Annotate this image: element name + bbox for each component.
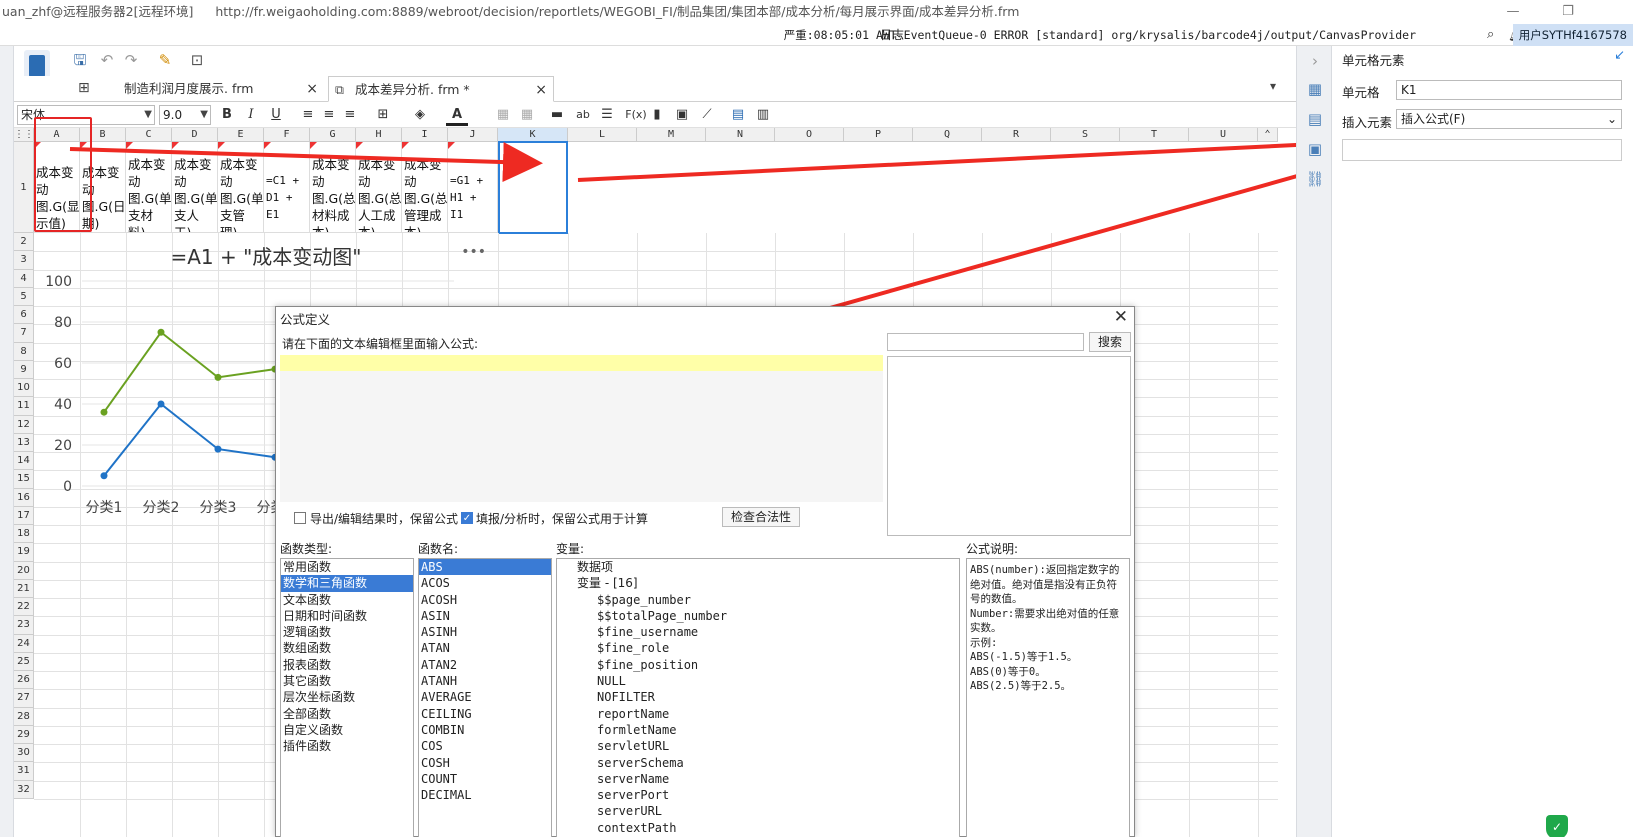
formula-input[interactable] xyxy=(1342,139,1622,161)
opt2-label: 填报/分析时，保留公式用于计算 xyxy=(476,512,649,526)
function-name-item[interactable]: COUNT xyxy=(419,771,551,787)
function-name-item[interactable]: ATAN xyxy=(419,640,551,656)
function-name-item[interactable]: ASINH xyxy=(419,624,551,640)
cell-label: 单元格 xyxy=(1342,85,1380,100)
tree-var-item[interactable]: serverURL xyxy=(557,803,959,819)
check-validity-button[interactable]: 检查合法性 xyxy=(722,507,800,527)
cell-field[interactable]: K1 xyxy=(1396,80,1622,100)
function-name-item[interactable]: ABS xyxy=(419,559,551,576)
link-icon[interactable]: ⛓ xyxy=(1305,169,1325,189)
function-name-item[interactable]: ASIN xyxy=(419,608,551,624)
tree-var-item[interactable]: reportName xyxy=(557,706,959,722)
keep-formula-calc-checkbox[interactable]: ✓ xyxy=(461,512,473,524)
function-type-item[interactable]: 层次坐标函数 xyxy=(281,689,413,705)
function-type-item[interactable]: 日期和时间函数 xyxy=(281,608,413,624)
widget-icon[interactable]: ▣ xyxy=(1305,139,1325,159)
tree-var-item[interactable]: serverPort xyxy=(557,787,959,803)
function-name-item[interactable]: CEILING xyxy=(419,706,551,722)
types-label: 函数类型: xyxy=(280,542,333,556)
search-input[interactable] xyxy=(887,333,1084,351)
search-button[interactable]: 搜索 xyxy=(1089,332,1131,352)
insert-select[interactable]: 插入公式(F) ⌄ xyxy=(1396,109,1622,129)
tree-var-item[interactable]: contextPath xyxy=(557,820,959,836)
names-label: 函数名: xyxy=(418,542,459,556)
cell-element-icon[interactable]: ▦ xyxy=(1305,79,1325,99)
tree-var-item[interactable]: $fine_role xyxy=(557,640,959,656)
dialog-title: 公式定义 xyxy=(280,312,331,327)
function-type-item[interactable]: 文本函数 xyxy=(281,592,413,608)
function-type-item[interactable]: 数学和三角函数 xyxy=(281,575,413,592)
formula-editor[interactable] xyxy=(280,355,883,502)
function-type-list[interactable]: 常用函数 数学和三角函数 文本函数 日期和时间函数 逻辑函数 数组函数 报表函数 其它函数 层次… xyxy=(280,558,414,837)
function-type-item[interactable]: 逻辑函数 xyxy=(281,624,413,640)
tree-var-item[interactable]: servletURL xyxy=(557,738,959,754)
function-name-item[interactable]: AVERAGE xyxy=(419,689,551,705)
tree-var-group[interactable]: 变量 - [16] xyxy=(557,575,959,591)
function-type-item[interactable]: 其它函数 xyxy=(281,673,413,689)
app-window: { "window": { "title": "uan_zhf@远程服务器2[远… xyxy=(0,0,1633,837)
tree-var-item[interactable]: $fine_username xyxy=(557,624,959,640)
function-name-item[interactable]: COS xyxy=(419,738,551,754)
function-type-item[interactable]: 自定义函数 xyxy=(281,722,413,738)
desc-label: 公式说明: xyxy=(966,542,1019,556)
function-name-item[interactable]: ATANH xyxy=(419,673,551,689)
tree-var-item[interactable]: NULL xyxy=(557,673,959,689)
function-type-item[interactable]: 全部函数 xyxy=(281,706,413,722)
function-type-item[interactable]: 数组函数 xyxy=(281,640,413,656)
function-type-item[interactable]: 报表函数 xyxy=(281,657,413,673)
keep-formula-export-checkbox[interactable] xyxy=(294,512,306,524)
tree-var-item[interactable]: formletName xyxy=(557,722,959,738)
panel-title: 单元格元素 xyxy=(1342,53,1405,68)
function-type-item[interactable]: 插件函数 xyxy=(281,738,413,754)
vars-label: 变量: xyxy=(556,542,585,556)
property-panel: 单元格元素 ↙ 单元格 K1 插入元素 插入公式(F) ⌄ ✓ xyxy=(1332,46,1633,837)
prompt-label: 请在下面的文本编辑框里面输入公式: xyxy=(282,337,479,351)
formula-description: ABS(number):返回指定数字的绝对值。绝对值是指没有正负符号的数值。 N… xyxy=(966,558,1130,837)
search-results[interactable] xyxy=(887,356,1131,536)
function-name-item[interactable]: COSH xyxy=(419,755,551,771)
chevron-right-icon[interactable]: › xyxy=(1305,51,1325,71)
right-tool-strip: › ▦ ▤ ▣ ⛓ xyxy=(1296,46,1332,837)
cell-attr-icon[interactable]: ▤ xyxy=(1305,109,1325,129)
function-name-item[interactable]: ATAN2 xyxy=(419,657,551,673)
tree-var-item[interactable]: serverName xyxy=(557,771,959,787)
function-name-item[interactable]: DECIMAL xyxy=(419,787,551,803)
formula-dialog: 公式定义 ✕ 请在下面的文本编辑框里面输入公式: 搜索 导出/编辑结果时，保留公… xyxy=(275,306,1135,837)
expand-icon[interactable]: ↙ xyxy=(1614,48,1625,63)
close-icon[interactable]: ✕ xyxy=(1114,307,1128,327)
tree-var-item[interactable]: $$page_number xyxy=(557,592,959,608)
tree-var-item[interactable]: serverSchema xyxy=(557,755,959,771)
tree-data-item[interactable]: 数据项 xyxy=(557,559,959,575)
function-name-item[interactable]: ACOS xyxy=(419,575,551,591)
function-name-list[interactable]: ABS ACOS ACOSH ASIN ASINH ATAN ATAN2 ATANH AVERA… xyxy=(418,558,552,837)
function-name-item[interactable]: ACOSH xyxy=(419,592,551,608)
tree-var-item[interactable]: NOFILTER xyxy=(557,689,959,705)
shield-icon[interactable]: ✓ xyxy=(1546,815,1568,837)
insert-label: 插入元素 xyxy=(1342,115,1393,130)
tree-var-item[interactable]: $fine_position xyxy=(557,657,959,673)
opt1-label: 导出/编辑结果时，保留公式 xyxy=(310,512,459,526)
tree-var-item[interactable]: $$totalPage_number xyxy=(557,608,959,624)
function-name-item[interactable]: COMBIN xyxy=(419,722,551,738)
variable-tree[interactable]: 数据项 变量 - [16] $$page_number $$totalPage_num… xyxy=(556,558,960,837)
function-type-item[interactable]: 常用函数 xyxy=(281,559,413,575)
